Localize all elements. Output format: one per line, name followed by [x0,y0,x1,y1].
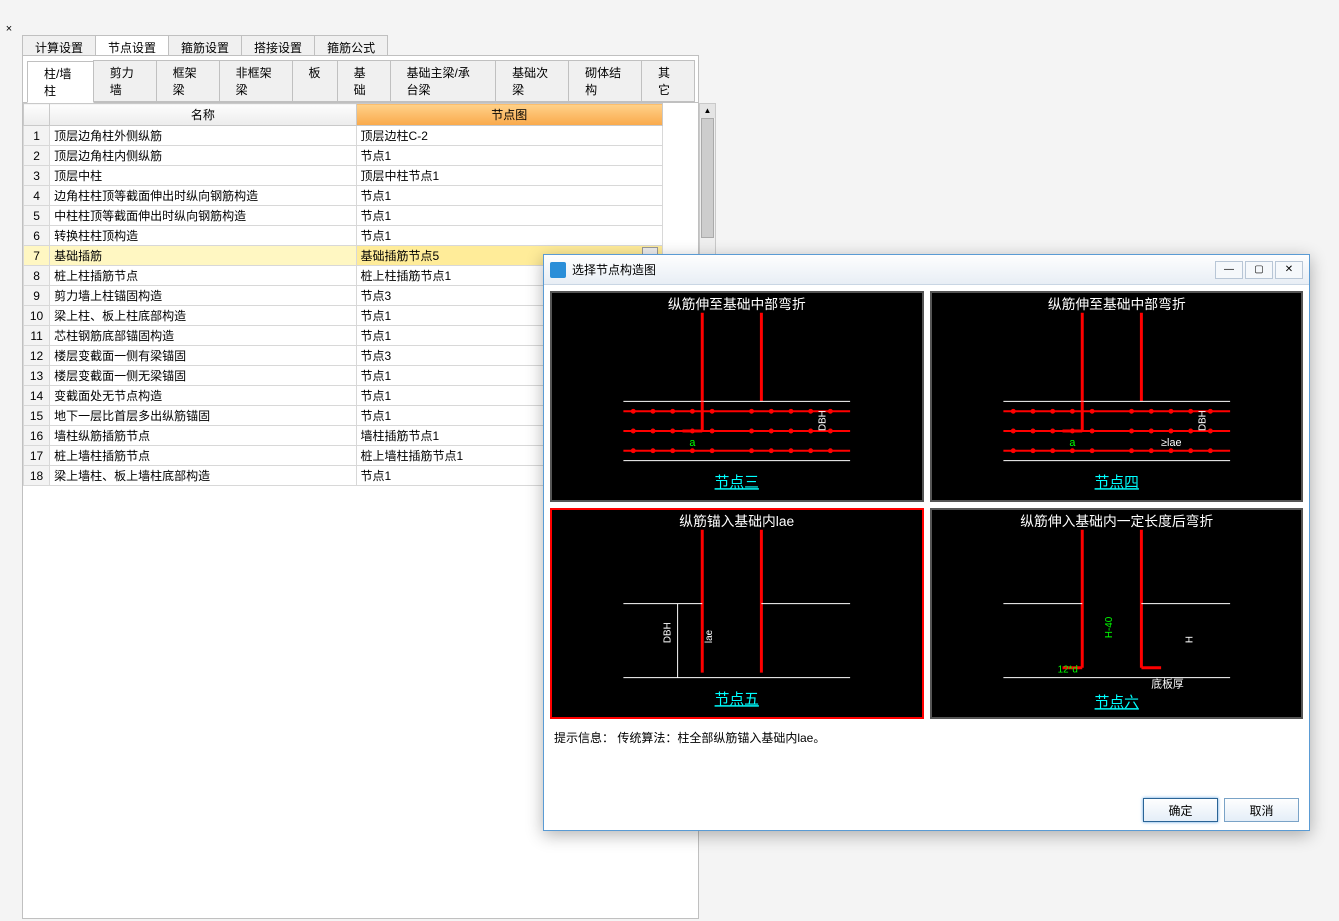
sub-tab-9[interactable]: 其它 [641,60,695,102]
dialog-close-button[interactable]: ✕ [1275,261,1303,279]
sub-tab-3[interactable]: 非框架梁 [219,60,293,102]
row-name[interactable]: 顶层边角柱外侧纵筋 [50,126,356,146]
cancel-button[interactable]: 取消 [1224,798,1299,822]
row-name[interactable]: 梁上柱、板上柱底部构造 [50,306,356,326]
row-index: 17 [24,446,50,466]
node-thumb-6[interactable]: 纵筋伸入基础内一定长度后弯折 12*d H-40 H 底板厚 节点六 [930,508,1304,719]
scroll-up-icon[interactable]: ▲ [700,104,715,118]
dialog-icon [550,262,566,278]
svg-text:DBH: DBH [663,622,674,643]
svg-text:纵筋伸入基础内一定长度后弯折: 纵筋伸入基础内一定长度后弯折 [1020,513,1213,529]
row-name[interactable]: 转换柱柱顶构造 [50,226,356,246]
table-row[interactable]: 1顶层边角柱外侧纵筋顶层边柱C-2 [24,126,663,146]
col-index [24,104,50,126]
svg-text:12*d: 12*d [1057,665,1077,676]
sub-tabs: 柱/墙柱剪力墙框架梁非框架梁板基础基础主梁/承台梁基础次梁砌体结构其它 [23,56,698,103]
row-index: 12 [24,346,50,366]
row-index: 11 [24,326,50,346]
row-name[interactable]: 梁上墙柱、板上墙柱底部构造 [50,466,356,486]
svg-text:纵筋伸至基础中部弯折: 纵筋伸至基础中部弯折 [1047,296,1185,312]
select-node-dialog: 选择节点构造图 — ▢ ✕ 纵筋伸至基础中部弯折 a DBH 节点三 纵筋伸至基… [543,254,1310,831]
row-index: 6 [24,226,50,246]
row-index: 5 [24,206,50,226]
row-name[interactable]: 桩上柱插筋节点 [50,266,356,286]
dialog-title: 选择节点构造图 [572,261,1215,278]
sub-tab-8[interactable]: 砌体结构 [568,60,642,102]
svg-text:底板厚: 底板厚 [1151,676,1184,690]
scroll-thumb[interactable] [701,118,714,238]
row-name[interactable]: 芯柱钢筋底部锚固构造 [50,326,356,346]
sub-tab-2[interactable]: 框架梁 [156,60,220,102]
row-index: 8 [24,266,50,286]
row-name[interactable]: 地下一层比首层多出纵筋锚固 [50,406,356,426]
col-node[interactable]: 节点图 [356,104,662,126]
svg-text:lae: lae [704,629,715,643]
dialog-hint: 提示信息： 传统算法：柱全部纵筋锚入基础内lae。 [544,725,1309,750]
table-row[interactable]: 3顶层中柱顶层中柱节点1 [24,166,663,186]
svg-text:H-40: H-40 [1103,616,1114,638]
row-index: 2 [24,146,50,166]
svg-text:DBH: DBH [817,410,828,431]
row-node[interactable]: 顶层中柱节点1 [356,166,662,186]
sub-tab-7[interactable]: 基础次梁 [495,60,569,102]
sub-tab-0[interactable]: 柱/墙柱 [27,61,94,103]
node-thumb-5[interactable]: 纵筋锚入基础内lae DBH lae 节点五 [550,508,924,719]
row-node[interactable]: 顶层边柱C-2 [356,126,662,146]
row-index: 15 [24,406,50,426]
row-name[interactable]: 墙柱纵筋插筋节点 [50,426,356,446]
sub-tab-5[interactable]: 基础 [337,60,391,102]
page-close-icon[interactable]: × [2,22,16,36]
row-node[interactable]: 节点1 [356,146,662,166]
dialog-titlebar[interactable]: 选择节点构造图 — ▢ ✕ [544,255,1309,285]
table-row[interactable]: 5中柱柱顶等截面伸出时纵向钢筋构造节点1 [24,206,663,226]
dialog-maximize-button[interactable]: ▢ [1245,261,1273,279]
row-node[interactable]: 节点1 [356,226,662,246]
row-index: 16 [24,426,50,446]
node-thumb-4[interactable]: 纵筋伸至基础中部弯折 a ≥lae DBH 节点四 [930,291,1304,502]
row-node[interactable]: 节点1 [356,186,662,206]
sub-tab-4[interactable]: 板 [292,60,338,102]
table-row[interactable]: 6转换柱柱顶构造节点1 [24,226,663,246]
node-thumb-3[interactable]: 纵筋伸至基础中部弯折 a DBH 节点三 [550,291,924,502]
row-name[interactable]: 变截面处无节点构造 [50,386,356,406]
row-index: 10 [24,306,50,326]
row-node[interactable]: 节点1 [356,206,662,226]
svg-text:节点六: 节点六 [1094,694,1139,711]
row-index: 14 [24,386,50,406]
row-index: 3 [24,166,50,186]
col-name[interactable]: 名称 [50,104,356,126]
row-name[interactable]: 基础插筋 [50,246,356,266]
row-name[interactable]: 顶层边角柱内侧纵筋 [50,146,356,166]
table-row[interactable]: 2顶层边角柱内侧纵筋节点1 [24,146,663,166]
svg-text:a: a [1069,437,1076,449]
sub-tab-1[interactable]: 剪力墙 [93,60,157,102]
svg-text:≥lae: ≥lae [1161,437,1181,449]
row-index: 7 [24,246,50,266]
svg-text:DBH: DBH [1197,410,1208,431]
table-row[interactable]: 4边角柱柱顶等截面伸出时纵向钢筋构造节点1 [24,186,663,206]
svg-text:纵筋伸至基础中部弯折: 纵筋伸至基础中部弯折 [668,296,806,312]
svg-text:节点三: 节点三 [715,474,759,491]
svg-text:纵筋锚入基础内lae: 纵筋锚入基础内lae [679,513,794,529]
svg-text:a: a [689,437,696,449]
svg-text:节点四: 节点四 [1094,474,1138,491]
row-index: 4 [24,186,50,206]
row-name[interactable]: 剪力墙上柱锚固构造 [50,286,356,306]
row-name[interactable]: 边角柱柱顶等截面伸出时纵向钢筋构造 [50,186,356,206]
svg-text:H: H [1184,636,1195,643]
row-index: 13 [24,366,50,386]
row-name[interactable]: 楼层变截面一侧无梁锚固 [50,366,356,386]
row-name[interactable]: 中柱柱顶等截面伸出时纵向钢筋构造 [50,206,356,226]
ok-button[interactable]: 确定 [1143,798,1218,822]
row-index: 9 [24,286,50,306]
row-index: 18 [24,466,50,486]
row-index: 1 [24,126,50,146]
dialog-minimize-button[interactable]: — [1215,261,1243,279]
row-name[interactable]: 桩上墙柱插筋节点 [50,446,356,466]
svg-text:节点五: 节点五 [715,691,759,708]
sub-tab-6[interactable]: 基础主梁/承台梁 [390,60,497,102]
row-name[interactable]: 顶层中柱 [50,166,356,186]
row-name[interactable]: 楼层变截面一侧有梁锚固 [50,346,356,366]
